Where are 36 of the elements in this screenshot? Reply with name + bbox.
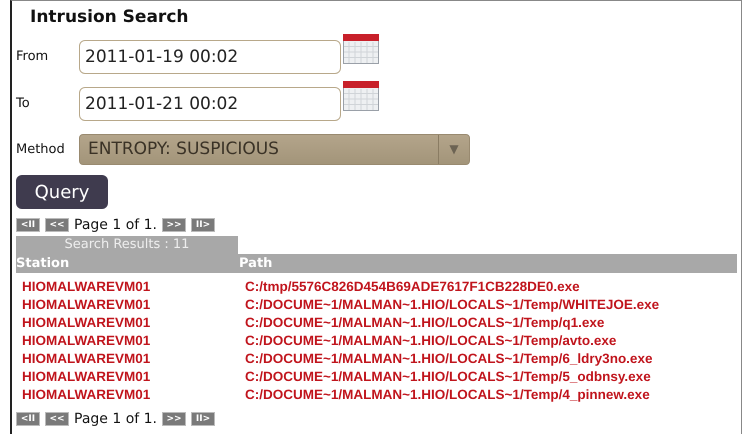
table-cell-text: HIOMALWAREVM01 [21, 332, 152, 348]
table-cell-text: HIOMALWAREVM01 [21, 368, 152, 384]
field-label: From [16, 49, 50, 64]
table-cell-text: C:/DOCUME~1/MALMAN~1.HIO/LOCALS~1/Temp/6_ldry3no.exe [244, 350, 652, 366]
table-cell-text: C:/DOCUME~1/MALMAN~1.HIO/LOCALS~1/Temp/4_pinnew.exe [244, 386, 650, 402]
previous-page-button[interactable]: << [45, 218, 69, 232]
first-page-button[interactable]: <II [16, 218, 40, 232]
calendar-icon[interactable] [343, 81, 379, 111]
field-label: To [16, 96, 31, 111]
query-button[interactable]: Query [16, 175, 108, 209]
table-cell-text: C:/DOCUME~1/MALMAN~1.HIO/LOCALS~1/Temp/q1.exe [244, 314, 604, 330]
first-page-button[interactable]: <II [16, 412, 40, 426]
method-dropdown[interactable]: ENTROPY: SUSPICIOUS ▼ [79, 134, 470, 164]
table-cell-text: C:/DOCUME~1/MALMAN~1.HIO/LOCALS~1/Temp/5_odbnsy.exe [244, 368, 651, 384]
page-indicator: Page 1 of 1. [74, 411, 158, 427]
page-title: Intrusion Search [30, 7, 190, 27]
last-page-button[interactable]: II> [191, 412, 216, 426]
table-cell-text: C:/DOCUME~1/MALMAN~1.HIO/LOCALS~1/Temp/WHITEJOE.exe [244, 296, 660, 312]
table-cell-text: HIOMALWAREVM01 [21, 386, 152, 402]
table-cell-text: C:/DOCUME~1/MALMAN~1.HIO/LOCALS~1/Temp/avto.exe [244, 332, 616, 348]
calendar-icon[interactable] [343, 34, 379, 64]
table-cell-text: HIOMALWAREVM01 [21, 296, 152, 312]
field-label: Method [16, 142, 66, 156]
date-field[interactable]: 2011-01-21 00:02 [79, 86, 341, 120]
column-header: Station [16, 256, 70, 271]
next-page-button[interactable]: >> [162, 412, 186, 426]
date-field[interactable]: 2011-01-19 00:02 [79, 40, 341, 74]
table-cell-text: HIOMALWAREVM01 [21, 350, 152, 366]
next-page-button[interactable]: >> [162, 218, 186, 232]
last-page-button[interactable]: II> [191, 218, 216, 232]
page-indicator: Page 1 of 1. [74, 217, 158, 233]
table-cell-text: HIOMALWAREVM01 [21, 278, 152, 294]
previous-page-button[interactable]: << [45, 412, 69, 426]
table-cell-text: HIOMALWAREVM01 [21, 314, 152, 330]
column-header: Path [239, 256, 272, 271]
table-cell-text: C:/tmp/5576C826D454B69ADE7617F1CB228DE0.exe [244, 278, 580, 294]
